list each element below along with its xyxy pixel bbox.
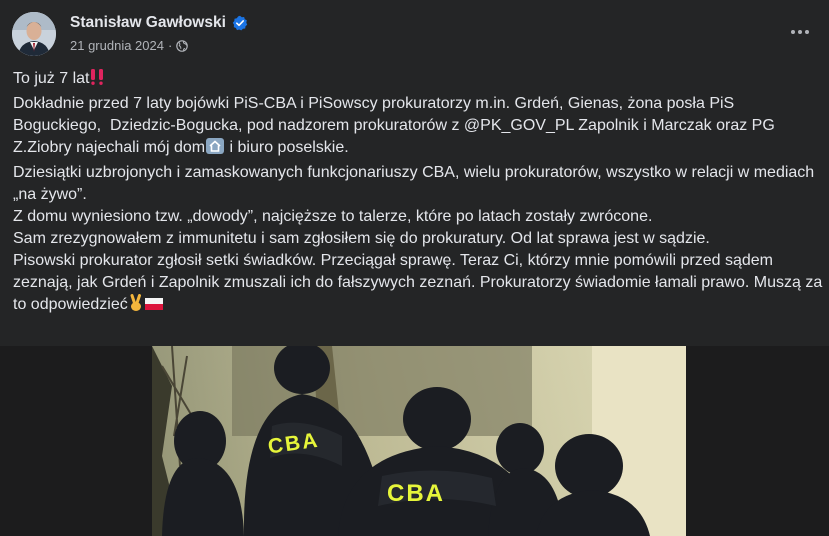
jacket-text-cba: CBA bbox=[387, 480, 445, 507]
verified-badge-icon bbox=[232, 15, 248, 31]
more-horizontal-icon bbox=[791, 30, 809, 34]
post-date[interactable]: 21 grudnia 2024 bbox=[70, 38, 164, 53]
globe-icon[interactable] bbox=[176, 39, 189, 52]
post-text-segment: i biuro poselskie. bbox=[225, 139, 349, 156]
post-text-line: Dziesiątki uzbrojonych i zamaskowanych f… bbox=[13, 164, 819, 203]
author-name[interactable]: Stanisław Gawłowski bbox=[70, 14, 226, 32]
double-exclamation-icon bbox=[89, 68, 105, 93]
more-options-button[interactable] bbox=[785, 20, 815, 44]
post-meta: 21 grudnia 2024 · bbox=[70, 38, 189, 53]
post-text: To już 7 lat Dokładnie przed 7 laty bojó… bbox=[13, 68, 823, 319]
post-header: Stanisław Gawłowski 21 grudnia 2024 · bbox=[0, 0, 829, 64]
victory-hand-icon bbox=[128, 294, 144, 319]
post-text-segment: Dokładnie przed 7 laty bojówki PiS-CBA i… bbox=[13, 95, 780, 156]
post-text-segment: To już 7 lat bbox=[13, 70, 90, 87]
post-text-line: Pisowski prokurator zgłosił setki świadk… bbox=[13, 250, 823, 319]
post-photo[interactable]: CBA CBA bbox=[152, 346, 686, 536]
poland-flag-icon bbox=[144, 296, 164, 319]
post-text-line: To już 7 lat bbox=[13, 68, 823, 93]
meta-separator: · bbox=[167, 38, 173, 53]
house-icon bbox=[205, 137, 225, 162]
author-name-row: Stanisław Gawłowski bbox=[70, 14, 248, 32]
post-media: CBA CBA bbox=[0, 346, 829, 536]
post-text-line: Z domu wyniesiono tzw. „dowody”, najcięż… bbox=[13, 208, 653, 225]
facebook-post: Stanisław Gawłowski 21 grudnia 2024 · To… bbox=[0, 0, 829, 536]
post-text-line: Dokładnie przed 7 laty bojówki PiS-CBA i… bbox=[13, 93, 823, 162]
post-text-line: Sam zrezygnowałem z immunitetu i sam zgł… bbox=[13, 230, 710, 247]
author-avatar[interactable] bbox=[12, 12, 56, 56]
